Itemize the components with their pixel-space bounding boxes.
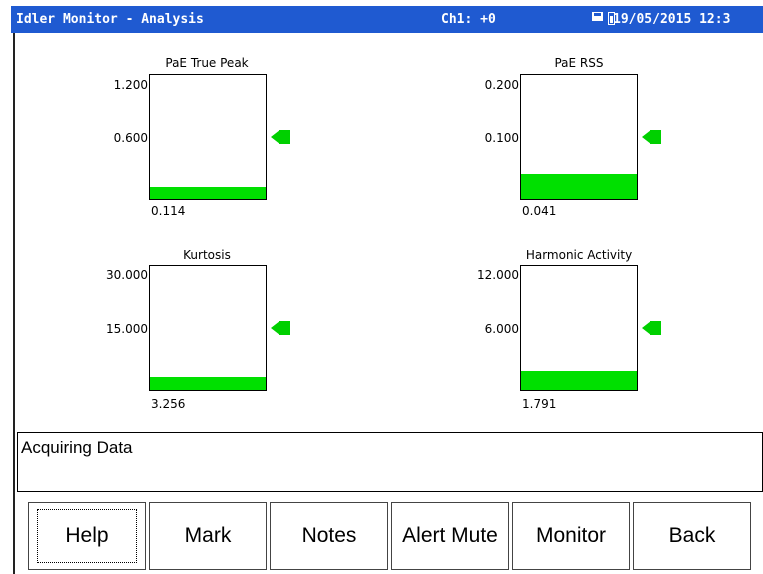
gauge-max-label: 0.200 bbox=[484, 78, 519, 92]
back-button[interactable]: Back bbox=[633, 502, 751, 570]
gauge-max-label: 1.200 bbox=[113, 78, 148, 92]
gauge-max-label: 12.000 bbox=[477, 268, 519, 282]
memory-card-icon bbox=[592, 12, 603, 21]
gauge-panel: PaE True Peak 1.200 0.600 0.114 PaE RSS … bbox=[13, 33, 763, 418]
alert-mute-button-label: Alert Mute bbox=[402, 524, 498, 547]
gauge-level-fill bbox=[150, 187, 266, 199]
status-text: Acquiring Data bbox=[21, 438, 133, 457]
window-title: Idler Monitor - Analysis bbox=[16, 12, 204, 27]
focus-indicator bbox=[37, 509, 137, 563]
gauge-title: PaE RSS bbox=[554, 56, 604, 70]
datetime-readout: 19/05/2015 12:3 bbox=[613, 12, 731, 27]
gauge-mid-label: 0.100 bbox=[484, 131, 519, 145]
button-bar: Help Mark Notes Alert Mute Monitor Back bbox=[28, 502, 751, 570]
gauge-value: 0.114 bbox=[151, 204, 186, 218]
gauge-max-label: 30.000 bbox=[106, 268, 148, 282]
back-button-label: Back bbox=[668, 524, 716, 547]
help-button[interactable]: Help bbox=[28, 502, 146, 570]
gauge-mid-label: 15.000 bbox=[106, 322, 148, 336]
gauge-bar-box bbox=[520, 265, 638, 391]
mark-button-label: Mark bbox=[184, 524, 232, 547]
monitor-button-label: Monitor bbox=[535, 524, 607, 547]
gauge-title: Kurtosis bbox=[183, 248, 231, 262]
gauge-level-fill bbox=[521, 174, 637, 199]
status-box: Acquiring Data bbox=[17, 432, 763, 492]
channel-readout: Ch1: +0 bbox=[441, 12, 496, 27]
monitor-button[interactable]: Monitor bbox=[512, 502, 630, 570]
gauge-value: 3.256 bbox=[151, 397, 186, 411]
notes-button[interactable]: Notes bbox=[270, 502, 388, 570]
gauge-title: Harmonic Activity bbox=[525, 248, 633, 262]
gauge-title: PaE True Peak bbox=[165, 56, 249, 70]
frame-border bbox=[13, 418, 15, 574]
gauge-value: 1.791 bbox=[522, 397, 557, 411]
gauge-bar-box bbox=[149, 74, 267, 200]
mark-button[interactable]: Mark bbox=[149, 502, 267, 570]
gauge-bar-box bbox=[149, 265, 267, 391]
gauge-mid-label: 6.000 bbox=[484, 322, 519, 336]
gauge-mid-label: 0.600 bbox=[113, 131, 148, 145]
alert-mute-button[interactable]: Alert Mute bbox=[391, 502, 509, 570]
gauge-bar-box bbox=[520, 74, 638, 200]
gauge-value: 0.041 bbox=[522, 204, 557, 218]
gauge-level-fill bbox=[150, 377, 266, 390]
notes-button-label: Notes bbox=[301, 524, 357, 547]
gauge-level-fill bbox=[521, 371, 637, 390]
title-bar: Idler Monitor - Analysis Ch1: +0 19/05/2… bbox=[11, 6, 763, 33]
